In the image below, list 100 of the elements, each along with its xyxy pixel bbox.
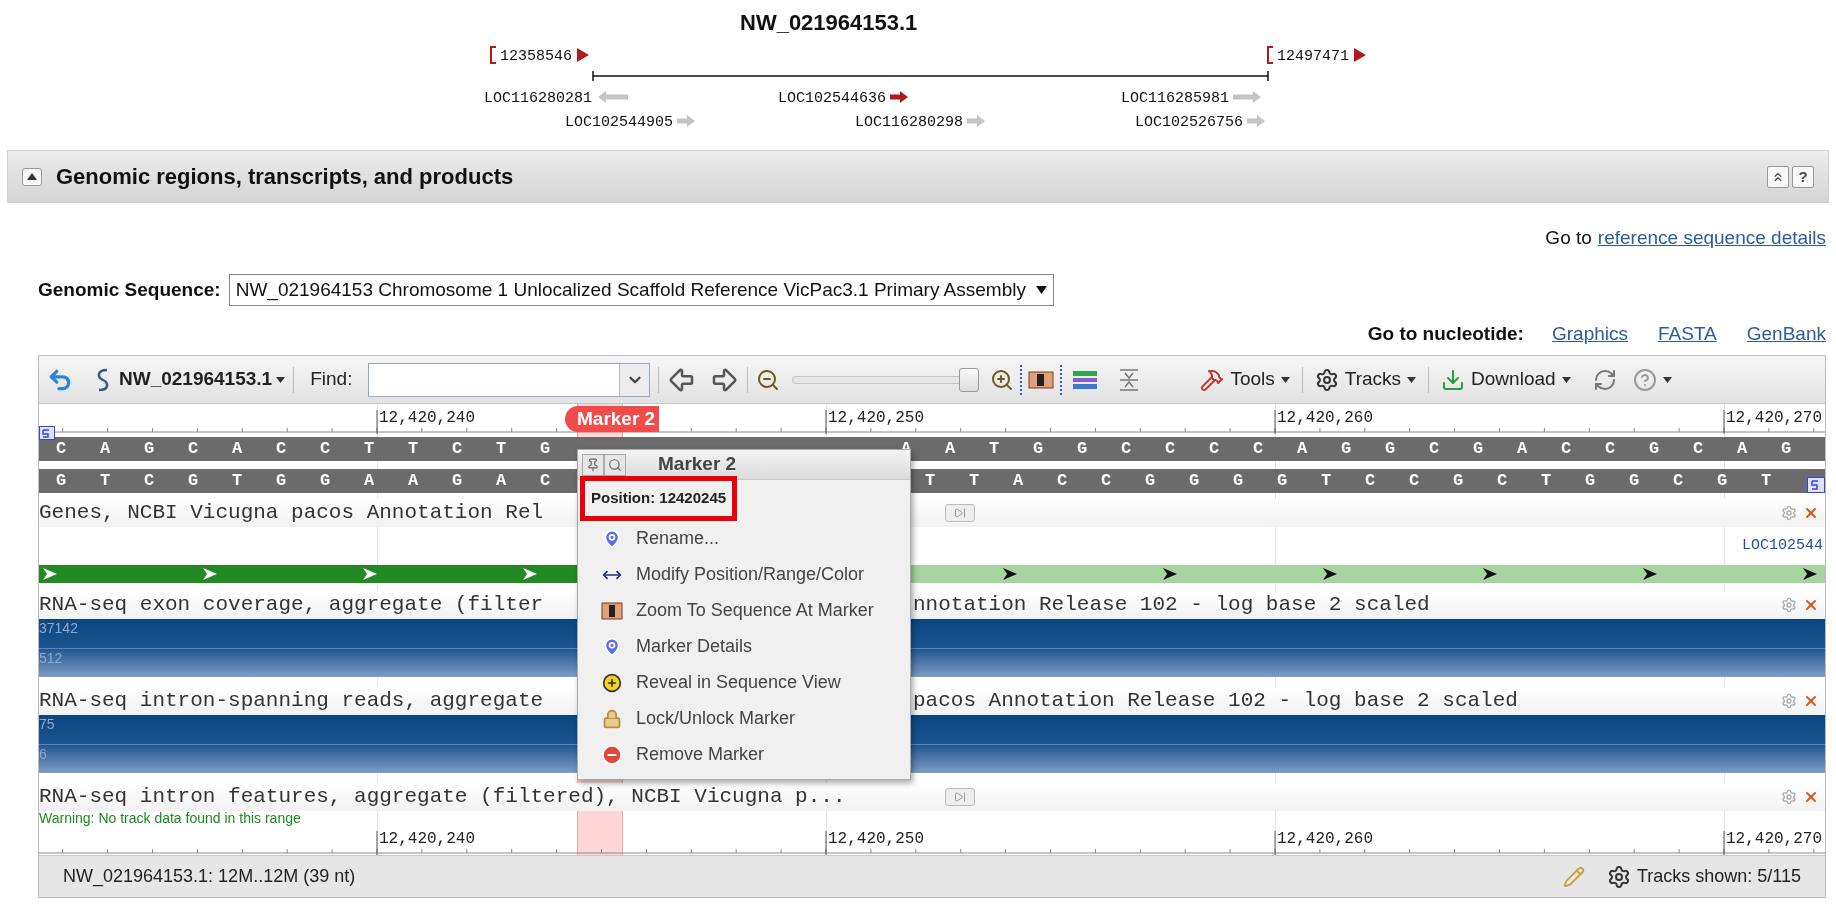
- bracket-icon: [1267, 46, 1274, 64]
- sequence-icon: [601, 600, 623, 621]
- zoom-out-icon[interactable]: [756, 367, 781, 392]
- pin-icon: [586, 457, 600, 472]
- gene-label[interactable]: LOC102544905: [565, 114, 674, 131]
- tracks-layout-icon[interactable]: [1072, 368, 1099, 391]
- dropdown-triangle-icon: [1036, 286, 1047, 294]
- status-range: NW_021964153.1: 12M..12M (39 nt): [63, 865, 356, 889]
- graph-max-label: 75: [39, 716, 55, 732]
- menu-item[interactable]: Lock/Unlock Marker: [578, 700, 910, 737]
- menu-item[interactable]: Modify Position/Range/Color: [578, 556, 910, 593]
- ruler-label: 12,420,240: [379, 829, 475, 849]
- settings-icon[interactable]: [1781, 597, 1797, 613]
- triangle-icon: [27, 173, 37, 180]
- ruler-label: 12,420,250: [828, 829, 924, 849]
- gear-icon[interactable]: [1606, 864, 1631, 889]
- graph-mid-label: 512: [39, 650, 63, 666]
- marker-flag[interactable]: Marker 2: [565, 406, 660, 432]
- ruler-label: 12,420,250: [828, 408, 924, 428]
- toolbar-menu-button[interactable]: Tools: [1196, 365, 1294, 394]
- collapse-lines-icon[interactable]: [1118, 367, 1141, 392]
- settings-icon[interactable]: [1781, 693, 1797, 709]
- find-combobox[interactable]: [368, 362, 651, 397]
- base-sequence: TTACCGGGGTCCGCTGGCGT: [924, 470, 1805, 492]
- range-start: 12358546: [500, 48, 572, 65]
- nucleotide-link[interactable]: GenBank: [1746, 319, 1826, 349]
- settings-icon[interactable]: [1781, 789, 1797, 805]
- settings-icon[interactable]: [1781, 505, 1797, 521]
- graph-mid-label: 6: [39, 746, 47, 762]
- triangle-icon: [1354, 48, 1366, 62]
- close-icon[interactable]: [1803, 789, 1819, 805]
- menu-item[interactable]: Zoom To Sequence At Marker: [578, 592, 910, 629]
- base-sequence: AATGGCCCCAGGCGACCGCAG: [900, 438, 1825, 460]
- skip-forward-icon: [954, 507, 966, 519]
- pin-icon: [602, 528, 622, 549]
- section-title: Genomic regions, transcripts, and products: [56, 163, 514, 191]
- close-icon[interactable]: [1803, 505, 1819, 521]
- range-end: 12497471: [1277, 48, 1349, 65]
- go-to-text: Go to: [1545, 225, 1592, 250]
- nucleotide-link[interactable]: FASTA: [1658, 319, 1717, 349]
- nucleotide-link[interactable]: Graphics: [1551, 319, 1628, 349]
- gear-icon: [1314, 367, 1339, 392]
- caret-icon: [276, 376, 286, 383]
- help-icon[interactable]: [1632, 367, 1657, 392]
- menu-item[interactable]: Marker Details: [578, 628, 910, 665]
- skip-forward-icon: [954, 791, 966, 803]
- gene-label[interactable]: LOC116280281: [483, 90, 592, 107]
- gene-label[interactable]: LOC102544636: [778, 90, 887, 107]
- gene-label[interactable]: LOC116280298: [855, 114, 964, 131]
- position-text: Position: 12420245: [580, 476, 738, 521]
- zoom-slider[interactable]: [792, 367, 979, 392]
- collapse-button[interactable]: [22, 167, 42, 186]
- ruler-label: 12,420,260: [1277, 408, 1373, 428]
- caret-icon[interactable]: [1662, 376, 1672, 383]
- menu-item[interactable]: Reveal in Sequence View: [578, 664, 910, 701]
- sequence-dropdown[interactable]: NW_021964153.1: [119, 365, 286, 394]
- gene-label[interactable]: LOC102526756: [1135, 114, 1244, 131]
- tracks-shown: Tracks shown: 5/115: [1636, 865, 1801, 888]
- toolbar-menu-button[interactable]: Download: [1437, 365, 1575, 394]
- strand-end-icon: [39, 426, 55, 440]
- sequence-icon[interactable]: [1028, 368, 1055, 391]
- genomic-sequence-label: Genomic Sequence:: [38, 277, 221, 302]
- refresh-icon[interactable]: [1592, 367, 1617, 392]
- gene-link[interactable]: LOC102544: [1742, 534, 1823, 558]
- menu-item[interactable]: Remove Marker: [578, 736, 910, 773]
- caret-icon: [1280, 376, 1290, 383]
- close-icon[interactable]: [1803, 597, 1819, 613]
- ruler-label: 12,420,260: [1277, 829, 1373, 849]
- graph-max-label: 37142: [39, 620, 78, 636]
- remove-icon: [601, 743, 623, 766]
- ruler-label: 12,420,270: [1726, 408, 1822, 428]
- pin-icon: [602, 636, 622, 657]
- dropdown-button[interactable]: [619, 363, 650, 396]
- reference-link[interactable]: reference sequence details: [1597, 223, 1826, 253]
- collapse-all-button[interactable]: [1767, 165, 1789, 188]
- zoom-in-icon[interactable]: [990, 367, 1015, 392]
- triangle-icon: [577, 48, 589, 62]
- toolbar-menu-button[interactable]: Tracks: [1310, 365, 1421, 394]
- track-title: RNA-seq intron features, aggregate (filtered), NCBI Vicugna p...: [39, 785, 846, 809]
- track-title: RNA-seq intron-spanning reads, aggregate: [39, 689, 544, 713]
- search-icon: [608, 457, 622, 472]
- hammer-icon: [1200, 367, 1225, 392]
- bracket-icon: [490, 46, 497, 64]
- next-button[interactable]: [945, 504, 975, 522]
- close-icon[interactable]: [1803, 693, 1819, 709]
- slider-thumb[interactable]: [959, 367, 980, 392]
- genomic-sequence-select[interactable]: NW_021964153 Chromosome 1 Unlocalized Scaffold Reference VicPac3.1 Primary Assembly: [228, 274, 1054, 306]
- help-button[interactable]: ?: [1792, 165, 1814, 188]
- track-title: RNA-seq exon coverage, aggregate (filter: [39, 593, 544, 617]
- find-label: Find:: [310, 367, 353, 392]
- warning-text: Warning: No track data found in this range: [39, 811, 301, 825]
- lock-icon: [602, 708, 622, 729]
- ruler-label: 12,420,240: [379, 408, 475, 428]
- track-title: pacos Annotation Release 102 - log base 2 scaled: [913, 689, 1518, 713]
- go-to-nucleotide-label: Go to nucleotide:: [1367, 321, 1524, 346]
- gene-label[interactable]: LOC116285981: [1121, 90, 1230, 107]
- track-title: Genes, NCBI Vicugna pacos Annotation Rel: [39, 501, 544, 525]
- menu-item[interactable]: Rename...: [578, 520, 910, 557]
- ruler-label: 12,420,270: [1726, 829, 1822, 849]
- next-button[interactable]: [945, 788, 975, 806]
